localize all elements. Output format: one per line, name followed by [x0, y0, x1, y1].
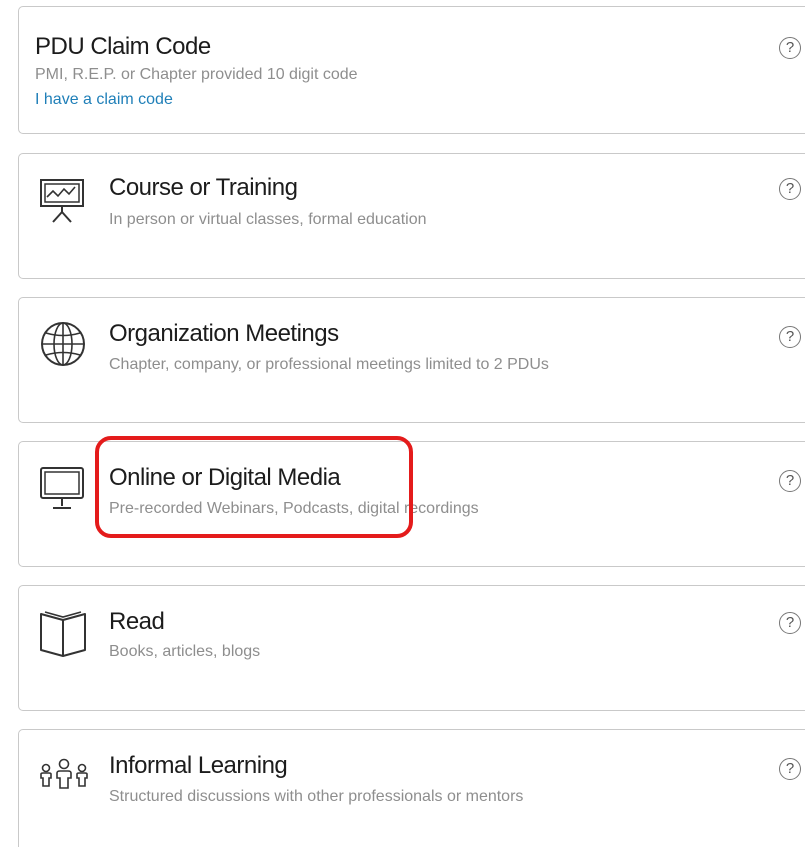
card-subtitle: In person or virtual classes, formal edu…: [109, 211, 427, 228]
claim-code-link[interactable]: I have a claim code: [35, 91, 173, 109]
card-subtitle: Structured discussions with other profes…: [109, 788, 524, 805]
presentation-board-icon: [37, 172, 93, 228]
card-subtitle: Chapter, company, or professional meetin…: [109, 356, 549, 373]
monitor-icon: [37, 462, 93, 518]
help-icon[interactable]: ?: [779, 612, 801, 634]
people-group-icon: [37, 744, 93, 800]
card-title: Read: [109, 608, 165, 635]
help-icon[interactable]: ?: [779, 178, 801, 200]
card-title: Online or Digital Media: [109, 464, 341, 491]
card-pdu-claim-code[interactable]: PDU Claim Code PMI, R.E.P. or Chapter pr…: [18, 6, 805, 134]
card-read[interactable]: Read Books, articles, blogs ?: [18, 585, 805, 711]
card-title: Informal Learning: [109, 752, 288, 779]
help-icon[interactable]: ?: [779, 326, 801, 348]
card-online-or-digital-media[interactable]: Online or Digital Media Pre-recorded Web…: [18, 441, 805, 567]
card-title: Organization Meetings: [109, 320, 339, 347]
card-subtitle: PMI, R.E.P. or Chapter provided 10 digit…: [35, 66, 358, 83]
card-title: PDU Claim Code: [35, 33, 211, 60]
card-organization-meetings[interactable]: Organization Meetings Chapter, company, …: [18, 297, 805, 423]
globe-icon: [37, 316, 93, 372]
card-subtitle: Books, articles, blogs: [109, 643, 261, 660]
help-icon[interactable]: ?: [779, 37, 801, 59]
card-informal-learning[interactable]: Informal Learning Structured discussions…: [18, 729, 805, 847]
card-title: Course or Training: [109, 174, 298, 201]
card-subtitle: Pre-recorded Webinars, Podcasts, digital…: [109, 500, 479, 517]
help-icon[interactable]: ?: [779, 470, 801, 492]
card-course-or-training[interactable]: Course or Training In person or virtual …: [18, 153, 805, 279]
help-icon[interactable]: ?: [779, 758, 801, 780]
open-book-icon: [37, 604, 93, 660]
